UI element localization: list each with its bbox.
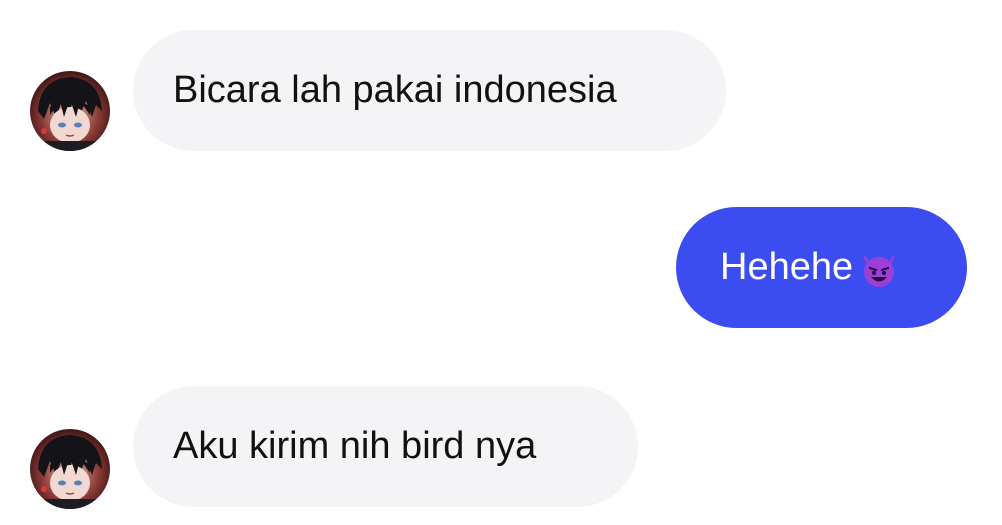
outgoing-message-bubble[interactable]: Hehehe [676, 207, 967, 328]
avatar-image [30, 71, 110, 151]
chat-thread: Bicara lah pakai indonesia Hehehe Aku ki… [0, 0, 1002, 525]
smiling-devil-emoji-icon [863, 253, 896, 287]
incoming-message-bubble[interactable]: Bicara lah pakai indonesia [133, 30, 726, 151]
sender-avatar[interactable] [30, 71, 110, 151]
incoming-message-bubble[interactable]: Aku kirim nih bird nya [133, 386, 638, 507]
message-text: Aku kirim nih bird nya [173, 425, 537, 467]
avatar-image [30, 429, 110, 509]
sender-avatar[interactable] [30, 429, 110, 509]
message-text: Bicara lah pakai indonesia [173, 69, 617, 111]
message-text: Hehehe [720, 246, 854, 288]
